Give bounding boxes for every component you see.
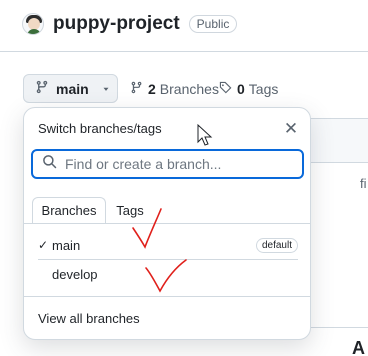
branches-link[interactable]: 2 Branches (130, 74, 219, 103)
header-divider (0, 51, 368, 52)
git-branch-icon (35, 80, 49, 97)
background-heading-fragment: A (352, 338, 365, 356)
repo-header: puppy-project Public (22, 12, 238, 36)
git-branch-icon (130, 81, 143, 97)
dropdown-title: Switch branches/tags (38, 121, 162, 136)
item-divider (38, 259, 298, 260)
branch-name: main (52, 237, 81, 253)
search-icon (42, 154, 57, 174)
branch-selector-button[interactable]: main (23, 74, 118, 103)
repo-name[interactable]: puppy-project (53, 13, 180, 35)
visibility-badge: Public (188, 15, 238, 33)
tag-icon (219, 81, 232, 97)
branch-search-input[interactable] (65, 156, 285, 172)
tab-branches[interactable]: Branches (32, 197, 106, 224)
branch-search-box[interactable] (31, 149, 304, 179)
tags-label: Tags (248, 80, 279, 97)
branch-switcher-dropdown: Switch branches/tags ✕ Branches Tags ✓ m… (23, 107, 311, 340)
tabs-divider (24, 223, 310, 224)
check-icon: ✓ (38, 238, 49, 252)
default-badge: default (255, 237, 298, 253)
tags-link[interactable]: 0 Tags (219, 74, 278, 103)
tags-count: 0 (237, 80, 245, 97)
view-all-branches-link[interactable]: View all branches (38, 311, 140, 326)
tab-tags[interactable]: Tags (110, 197, 150, 224)
branches-count: 2 (148, 80, 156, 97)
current-branch-label: main (56, 80, 89, 97)
branches-label: Branches (159, 80, 219, 97)
branch-item-main[interactable]: ✓ main default (38, 232, 298, 258)
avatar[interactable] (22, 13, 44, 35)
close-icon[interactable]: ✕ (282, 120, 300, 138)
chevron-down-icon (101, 81, 111, 97)
branch-name: develop (52, 266, 98, 282)
background-text-fragment: fi (360, 176, 367, 191)
footer-divider (24, 296, 310, 297)
branch-item-develop[interactable]: develop (38, 261, 298, 287)
